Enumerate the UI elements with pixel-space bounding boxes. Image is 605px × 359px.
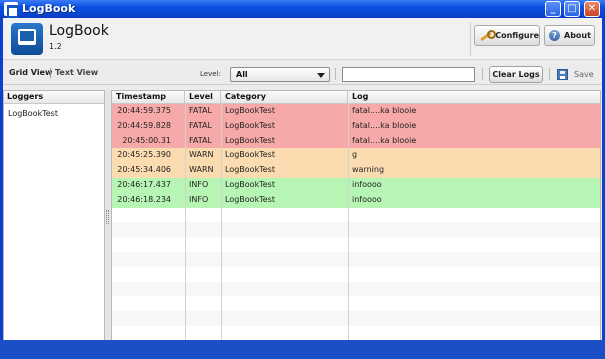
cell-level: INFO — [189, 179, 209, 189]
cell-category: LogBookTest — [225, 106, 275, 115]
toolbar-separator — [335, 68, 336, 80]
logger-item[interactable]: LogBookTest — [4, 104, 104, 118]
cell-log: warning — [352, 165, 385, 175]
cell-timestamp: 20:46:18.234 — [117, 194, 171, 204]
maximize-button[interactable]: □ — [564, 1, 580, 17]
cell-timestamp: 20:45:34.406 — [117, 165, 171, 175]
level-select[interactable]: All — [230, 67, 330, 82]
empty-row — [112, 251, 600, 267]
save-label: Save — [574, 69, 594, 79]
configure-button[interactable]: Configure — [474, 25, 540, 46]
column-header-category[interactable]: Category — [221, 91, 348, 104]
loggers-header: Loggers — [4, 91, 104, 104]
cell-log: fatal....ka blooie — [352, 106, 417, 115]
cell-level: FATAL — [189, 120, 212, 130]
cell-category: LogBookTest — [225, 120, 275, 130]
cell-timestamp: 20:44:59.828 — [117, 120, 171, 130]
view-separator — [50, 68, 51, 78]
cell-level: WARN — [189, 150, 214, 160]
table-row[interactable]: 20:46:17.437 INFO LogBookTest infoooo — [112, 177, 600, 193]
window-title: LogBook — [22, 2, 76, 15]
splitter-grip[interactable] — [106, 210, 109, 224]
logbook-icon — [11, 23, 43, 55]
app-window: LogBook _ □ ✕ LogBook 1.2 Configure ? Ab… — [0, 0, 605, 359]
cell-category: LogBookTest — [225, 135, 275, 145]
level-label: Level: — [200, 70, 221, 78]
toolbar-separator — [549, 68, 550, 80]
configure-label: Configure — [495, 31, 539, 40]
help-icon: ? — [549, 30, 560, 41]
cell-timestamp: 20:45:00.31 — [122, 135, 171, 145]
header-divider — [470, 22, 471, 56]
empty-row — [112, 222, 600, 238]
about-button[interactable]: ? About — [544, 25, 595, 46]
cell-level: FATAL — [189, 135, 212, 145]
log-grid: Timestamp Level Category Log 20:44:59.37… — [111, 90, 601, 341]
column-header-level[interactable]: Level — [185, 91, 221, 104]
client-area: LogBook 1.2 Configure ? About Grid View … — [3, 18, 602, 356]
cell-timestamp: 20:45:25.390 — [117, 150, 171, 160]
grid-rows: 20:44:59.375 FATAL LogBookTest fatal....ka … — [112, 104, 600, 340]
table-row[interactable]: 20:45:00.31 FATAL LogBookTest fatal....ka b… — [112, 133, 600, 149]
app-title-icon — [4, 2, 19, 18]
cell-category: LogBookTest — [225, 194, 275, 204]
clear-logs-button[interactable]: Clear Logs — [489, 66, 543, 83]
cell-log: fatal....ka blooie — [352, 135, 417, 145]
cell-category: LogBookTest — [225, 150, 275, 160]
cell-log: infoooo — [352, 194, 382, 204]
cell-log: infoooo — [352, 179, 382, 189]
grid-header: Timestamp Level Category Log — [112, 91, 600, 104]
app-header: LogBook 1.2 Configure ? About — [3, 18, 602, 60]
tab-grid-view[interactable]: Grid View — [9, 68, 52, 77]
table-row[interactable]: 20:45:25.390 WARN LogBookTest g — [112, 148, 600, 164]
window-bottom-border — [0, 340, 605, 359]
wrench-icon — [479, 29, 497, 42]
table-row[interactable]: 20:46:18.234 INFO LogBookTest infoooo — [112, 192, 600, 208]
save-button[interactable]: Save — [557, 67, 594, 81]
empty-row — [112, 237, 600, 252]
empty-row — [112, 311, 600, 326]
search-input[interactable] — [342, 67, 475, 82]
column-header-log[interactable]: Log — [348, 91, 600, 104]
empty-row — [112, 325, 600, 340]
table-row[interactable]: 20:44:59.828 FATAL LogBookTest fatal....ka … — [112, 118, 600, 134]
empty-row — [112, 281, 600, 297]
empty-row — [112, 207, 600, 223]
app-name: LogBook — [49, 23, 109, 39]
table-row[interactable]: 20:44:59.375 FATAL LogBookTest fatal....ka … — [112, 104, 600, 119]
empty-row — [112, 296, 600, 312]
tab-text-view[interactable]: Text View — [55, 68, 98, 77]
table-row[interactable]: 20:45:34.406 WARN LogBookTest warning — [112, 163, 600, 178]
column-header-timestamp[interactable]: Timestamp — [112, 91, 185, 104]
toolbar: Grid View Text View Level: All Clear Log… — [3, 61, 602, 85]
save-icon — [557, 68, 568, 80]
empty-row — [112, 266, 600, 282]
cell-category: LogBookTest — [225, 179, 275, 189]
close-button[interactable]: ✕ — [584, 1, 600, 17]
title-bar[interactable]: LogBook _ □ ✕ — [0, 0, 605, 18]
chevron-down-icon — [317, 73, 325, 78]
cell-timestamp: 20:46:17.437 — [117, 179, 171, 189]
cell-level: FATAL — [189, 106, 212, 115]
loggers-panel: Loggers LogBookTest — [3, 90, 105, 341]
cell-level: WARN — [189, 165, 214, 175]
toolbar-separator — [482, 68, 483, 80]
cell-timestamp: 20:44:59.375 — [117, 106, 171, 115]
minimize-button[interactable]: _ — [545, 1, 561, 17]
cell-level: INFO — [189, 194, 209, 204]
about-label: About — [564, 31, 591, 40]
cell-log: fatal....ka blooie — [352, 120, 417, 130]
app-version: 1.2 — [49, 42, 62, 51]
cell-category: LogBookTest — [225, 165, 275, 175]
cell-log: g — [352, 150, 358, 160]
level-select-value: All — [236, 70, 248, 79]
